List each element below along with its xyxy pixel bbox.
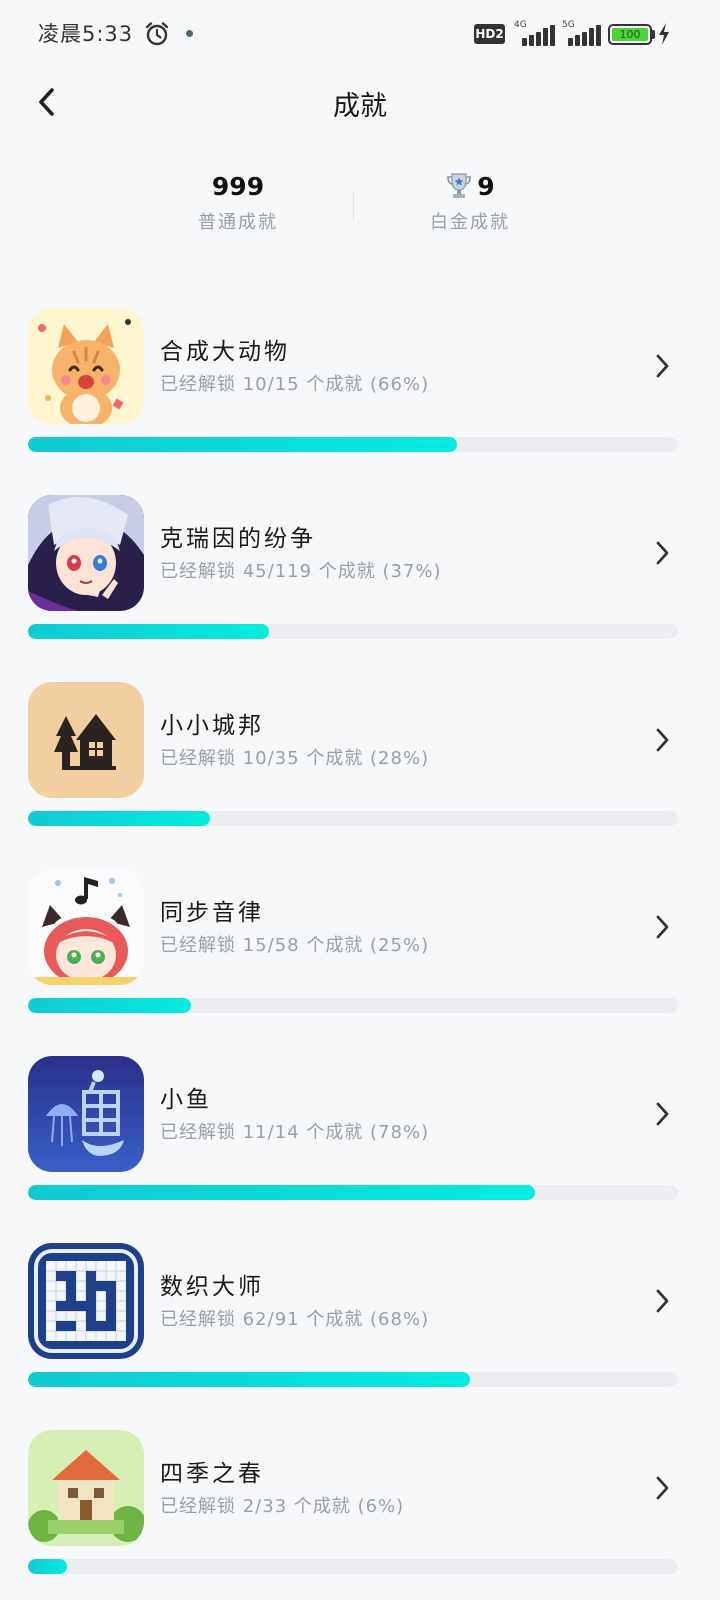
progress-fill <box>28 437 457 452</box>
game-name: 小小城邦 <box>160 713 264 739</box>
game-icon <box>28 1430 144 1546</box>
chevron-right-icon <box>656 354 669 378</box>
game-name: 合成大动物 <box>160 339 290 365</box>
progress-fill <box>28 811 210 826</box>
page-title: 成就 <box>333 91 387 122</box>
game-item[interactable]: 四季之春 已经解锁 2/33 个成就 (6%) <box>0 1422 720 1600</box>
progress-fill <box>28 1372 470 1387</box>
progress-fill <box>28 998 191 1013</box>
signal-strength-icon: 4G <box>512 20 555 46</box>
game-item[interactable]: 合成大动物 已经解锁 10/15 个成就 (66%) <box>0 300 720 487</box>
game-progress-text: 已经解锁 2/33 个成就 (6%) <box>160 1496 405 1517</box>
game-progress-text: 已经解锁 62/91 个成就 (68%) <box>160 1309 430 1330</box>
chevron-right-icon <box>656 1289 669 1313</box>
game-progress-text: 已经解锁 15/58 个成就 (25%) <box>160 935 430 956</box>
normal-achievements-stat: 999 普通成就 <box>118 168 358 234</box>
chevron-right-icon <box>656 1102 669 1126</box>
game-name: 克瑞因的纷争 <box>160 526 316 552</box>
trophy-icon <box>447 173 472 198</box>
game-icon <box>28 1056 144 1172</box>
hd-badge: HD2 <box>474 24 505 44</box>
signal-tag: 4G <box>514 20 527 30</box>
game-icon <box>28 495 144 611</box>
chevron-right-icon <box>656 728 669 752</box>
game-item[interactable]: 小小城邦 已经解锁 10/35 个成就 (28%) <box>0 674 720 861</box>
progress-bar <box>28 998 678 1013</box>
battery-icon: 100 <box>608 24 652 45</box>
game-item[interactable]: 小鱼 已经解锁 11/14 个成就 (78%) <box>0 1048 720 1235</box>
charging-bolt-icon <box>659 23 669 45</box>
game-progress-text: 已经解锁 11/14 个成就 (78%) <box>160 1122 430 1143</box>
platinum-achievements-label: 白金成就 <box>430 212 510 233</box>
game-item[interactable]: 数织大师 已经解锁 62/91 个成就 (68%) <box>0 1235 720 1422</box>
progress-fill <box>28 1559 67 1574</box>
progress-bar <box>28 811 678 826</box>
achievement-stats: 999 普通成就 9 白金成就 <box>0 168 720 248</box>
battery-level: 100 <box>612 28 648 41</box>
header: 成就 <box>0 68 720 136</box>
chevron-right-icon <box>656 915 669 939</box>
notification-dot-icon <box>186 30 193 37</box>
signal-tag: 5G <box>562 20 575 30</box>
game-name: 同步音律 <box>160 900 264 926</box>
status-bar: 凌晨5:33 HD2 4G 5G 100 <box>0 0 720 68</box>
game-progress-text: 已经解锁 10/15 个成就 (66%) <box>160 374 430 395</box>
progress-bar <box>28 1372 678 1387</box>
game-icon <box>28 682 144 798</box>
game-icon <box>28 308 144 424</box>
game-progress-text: 已经解锁 45/119 个成就 (37%) <box>160 561 442 582</box>
game-item[interactable]: 同步音律 已经解锁 15/58 个成就 (25%) <box>0 861 720 1048</box>
normal-achievements-count: 999 <box>211 172 265 201</box>
platinum-achievements-stat: 9 白金成就 <box>350 168 590 234</box>
progress-bar <box>28 1559 678 1574</box>
alarm-clock-icon <box>145 22 169 46</box>
game-icon <box>28 1243 144 1359</box>
chevron-right-icon <box>656 541 669 565</box>
progress-bar <box>28 624 678 639</box>
game-icon <box>28 869 144 985</box>
game-item[interactable]: 克瑞因的纷争 已经解锁 45/119 个成就 (37%) <box>0 487 720 674</box>
game-progress-text: 已经解锁 10/35 个成就 (28%) <box>160 748 430 769</box>
signal-strength-icon: 5G <box>560 20 601 46</box>
game-name: 四季之春 <box>160 1461 264 1487</box>
progress-bar <box>28 437 678 452</box>
progress-fill <box>28 624 269 639</box>
status-time: 凌晨5:33 <box>38 22 134 46</box>
battery-tip <box>652 30 655 39</box>
game-name: 小鱼 <box>160 1087 212 1113</box>
game-name: 数织大师 <box>160 1274 264 1300</box>
platinum-achievements-count: 9 <box>477 172 495 201</box>
progress-bar <box>28 1185 678 1200</box>
progress-fill <box>28 1185 535 1200</box>
normal-achievements-label: 普通成就 <box>198 212 278 233</box>
chevron-right-icon <box>656 1476 669 1500</box>
